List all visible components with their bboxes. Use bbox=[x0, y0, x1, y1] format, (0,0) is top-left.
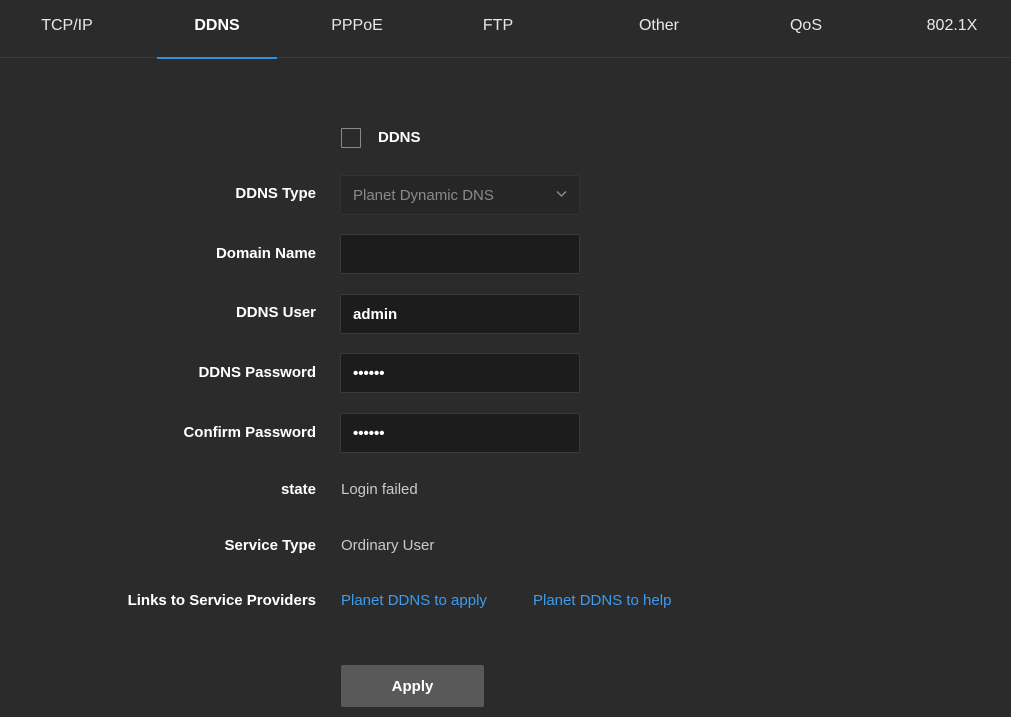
tab-qos[interactable]: QoS bbox=[766, 0, 846, 58]
planet-ddns-apply-link[interactable]: Planet DDNS to apply bbox=[341, 592, 487, 609]
domain-name-label: Domain Name bbox=[215, 245, 316, 262]
domain-name-input[interactable] bbox=[340, 234, 580, 274]
planet-ddns-help-link[interactable]: Planet DDNS to help bbox=[533, 592, 671, 609]
apply-button[interactable]: Apply bbox=[341, 665, 484, 707]
active-tab-indicator bbox=[157, 57, 277, 59]
state-label: state bbox=[280, 481, 316, 498]
tab-ddns[interactable]: DDNS bbox=[157, 0, 277, 58]
ddns-user-input[interactable] bbox=[340, 294, 580, 334]
ddns-type-value: Planet Dynamic DNS bbox=[353, 187, 494, 204]
ddns-enable-checkbox[interactable] bbox=[341, 128, 361, 148]
tab-bar: TCP/IP DDNS PPPoE FTP Other QoS 802.1X bbox=[0, 0, 1011, 59]
ddns-enable-label: DDNS bbox=[378, 129, 421, 146]
service-type-label: Service Type bbox=[224, 537, 316, 554]
tab-ftp[interactable]: FTP bbox=[458, 0, 538, 58]
ddns-password-input[interactable] bbox=[340, 353, 580, 393]
chevron-down-icon bbox=[556, 190, 567, 198]
ddns-user-label: DDNS User bbox=[235, 304, 316, 321]
tab-other[interactable]: Other bbox=[614, 0, 704, 58]
ddns-password-label: DDNS Password bbox=[198, 364, 316, 381]
tab-802-1x[interactable]: 802.1X bbox=[912, 0, 992, 58]
tab-pppoe[interactable]: PPPoE bbox=[312, 0, 402, 58]
ddns-type-label: DDNS Type bbox=[235, 185, 316, 202]
service-type-value: Ordinary User bbox=[341, 537, 435, 554]
state-value: Login failed bbox=[341, 481, 418, 498]
ddns-type-select[interactable]: Planet Dynamic DNS bbox=[340, 175, 580, 215]
confirm-password-input[interactable] bbox=[340, 413, 580, 453]
confirm-password-label: Confirm Password bbox=[183, 424, 316, 441]
tab-tcpip[interactable]: TCP/IP bbox=[22, 0, 112, 58]
service-providers-label: Links to Service Providers bbox=[127, 592, 316, 609]
